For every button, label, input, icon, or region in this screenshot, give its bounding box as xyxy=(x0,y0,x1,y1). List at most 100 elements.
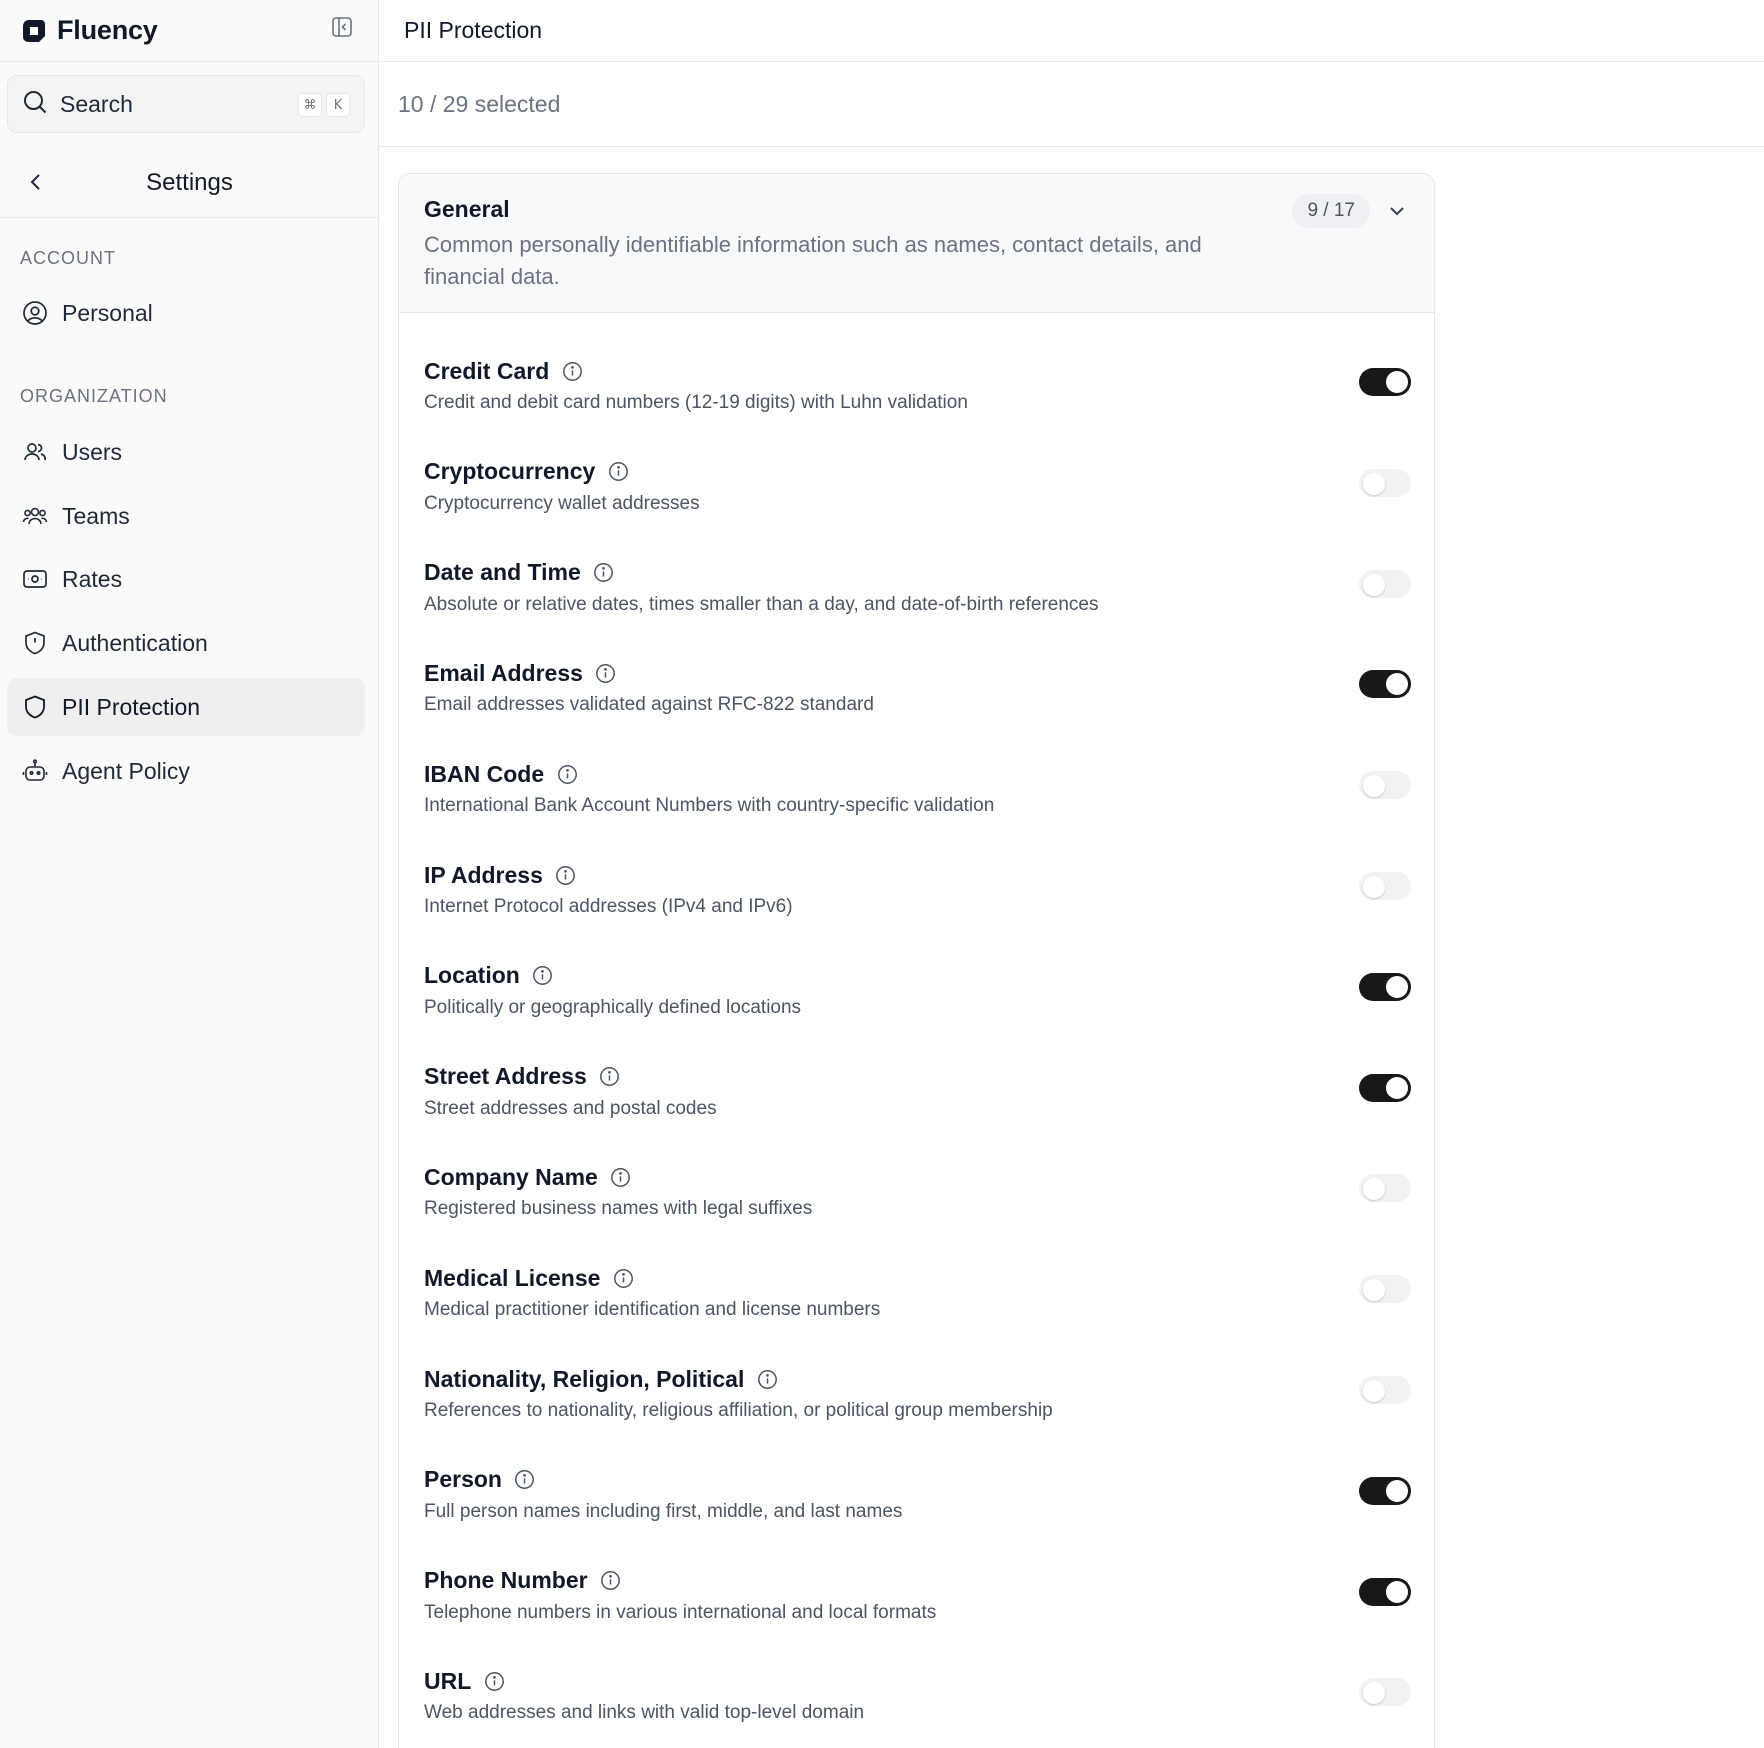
pii-item-title: Credit Card xyxy=(424,357,550,384)
section-label-account: ACCOUNT xyxy=(20,248,116,268)
section-label-organization: ORGANIZATION xyxy=(20,386,168,406)
toggle-knob xyxy=(1363,1279,1385,1302)
toggle-knob xyxy=(1363,876,1385,898)
pii-item-heading: Nationality, Religion, Political xyxy=(424,1364,778,1394)
pii-toggle-switch[interactable] xyxy=(1359,1376,1411,1404)
pii-toggle-switch[interactable] xyxy=(1359,1073,1411,1102)
back-chevron-icon[interactable] xyxy=(22,168,50,196)
pii-item-description: Politically or geographically defined lo… xyxy=(424,996,802,1018)
pii-toggle-switch[interactable] xyxy=(1359,368,1411,396)
info-icon[interactable] xyxy=(607,461,629,483)
pii-item-row: Phone Number Telephone numbers in various… xyxy=(424,1566,1411,1656)
pii-item-description: Telephone numbers in various internation… xyxy=(424,1601,937,1623)
pii-item-row: IP Address Internet Protocol addresses (I… xyxy=(424,860,1411,950)
pii-item-heading: Location xyxy=(424,961,554,991)
pii-item-heading: Person xyxy=(424,1465,536,1495)
pii-toggle-switch[interactable] xyxy=(1359,1174,1411,1203)
group-count-badge: 9 / 17 xyxy=(1292,194,1370,228)
toggle-knob xyxy=(1386,1479,1408,1502)
info-icon[interactable] xyxy=(483,1670,505,1692)
sidebar-item-label: PII Protection xyxy=(62,693,201,720)
pii-item-heading: Date and Time xyxy=(424,558,615,588)
sidebar-item-teams[interactable]: Teams xyxy=(7,487,365,545)
toggle-knob xyxy=(1386,371,1408,393)
info-icon[interactable] xyxy=(555,864,577,886)
info-icon[interactable] xyxy=(561,360,583,382)
pii-toggle-switch[interactable] xyxy=(1359,670,1411,699)
pii-toggle-switch[interactable] xyxy=(1359,771,1411,800)
rates-icon xyxy=(21,565,49,593)
pii-item-row: Date and Time Absolute or relative dates,… xyxy=(424,558,1411,648)
info-icon[interactable] xyxy=(600,1570,622,1592)
pii-item-description: Email addresses validated against RFC-82… xyxy=(424,694,874,716)
robot-icon xyxy=(21,757,49,785)
shortcut-key-k: K xyxy=(326,93,350,117)
sidebar-item-agent-policy[interactable]: Agent Policy xyxy=(7,742,365,800)
settings-header: Settings xyxy=(0,148,379,218)
sidebar-item-label: Rates xyxy=(62,565,123,592)
pii-item-title: IBAN Code xyxy=(424,760,545,787)
chevron-down-icon[interactable] xyxy=(1384,198,1410,224)
info-icon[interactable] xyxy=(514,1469,536,1491)
info-icon[interactable] xyxy=(756,1368,778,1390)
info-icon[interactable] xyxy=(595,662,617,684)
pii-toggle-switch[interactable] xyxy=(1359,1678,1411,1707)
info-icon[interactable] xyxy=(612,1267,634,1289)
pii-item-row: Street Address Street addresses and posta… xyxy=(424,1062,1411,1152)
toggle-knob xyxy=(1363,472,1385,495)
sidebar-item-pii-protection[interactable]: PII Protection xyxy=(7,678,365,736)
sidebar-item-users[interactable]: Users xyxy=(7,423,365,481)
info-icon[interactable] xyxy=(599,1066,621,1088)
info-icon[interactable] xyxy=(593,562,615,584)
pii-item-row: Cryptocurrency Cryptocurrency wallet addr… xyxy=(424,457,1411,547)
info-icon[interactable] xyxy=(556,763,578,785)
selection-count: 10 / 29 selected xyxy=(398,90,561,117)
sidebar-item-authentication[interactable]: Authentication xyxy=(7,614,365,672)
info-icon[interactable] xyxy=(532,965,554,987)
toggle-knob xyxy=(1386,975,1408,998)
toggle-knob xyxy=(1363,1682,1385,1705)
pii-item-description: Cryptocurrency wallet addresses xyxy=(424,492,700,514)
pii-item-heading: Credit Card xyxy=(424,356,583,386)
pii-toggle-switch[interactable] xyxy=(1359,1476,1411,1505)
sidebar-item-label: Teams xyxy=(62,502,130,529)
collapse-sidebar-icon[interactable] xyxy=(328,13,356,41)
shield-icon xyxy=(21,693,49,721)
pii-item-row: Medical License Medical practitioner iden… xyxy=(424,1263,1411,1353)
pii-toggle-switch[interactable] xyxy=(1359,468,1411,497)
sidebar-item-label: Agent Policy xyxy=(62,757,190,784)
pii-item-description: Absolute or relative dates, times smalle… xyxy=(424,593,1099,615)
pii-item-title: Medical License xyxy=(424,1264,601,1291)
pii-toggle-switch[interactable] xyxy=(1359,1275,1411,1304)
pii-item-title: Date and Time xyxy=(424,559,581,586)
pii-item-row: Location Politically or geographically de… xyxy=(424,961,1411,1051)
pii-item-title: Company Name xyxy=(424,1163,598,1190)
app-name: Fluency xyxy=(57,15,158,45)
pii-item-row: Nationality, Religion, Political Referenc… xyxy=(424,1364,1411,1454)
fluency-logo-icon[interactable] xyxy=(20,17,48,45)
sidebar-item-personal[interactable]: Personal xyxy=(7,284,365,342)
pii-item-heading: Medical License xyxy=(424,1263,634,1293)
pii-item-description: Medical practitioner identification and … xyxy=(424,1299,881,1321)
pii-toggle-switch[interactable] xyxy=(1359,972,1411,1001)
pii-item-heading: Cryptocurrency xyxy=(424,457,629,487)
search-input[interactable]: Search ⌘ K xyxy=(7,75,365,133)
pii-item-title: Nationality, Religion, Political xyxy=(424,1365,745,1392)
pii-item-heading: IP Address xyxy=(424,860,577,890)
pii-item-title: Location xyxy=(424,962,520,989)
group-header[interactable]: General Common personally identifiable i… xyxy=(399,174,1434,313)
toggle-knob xyxy=(1386,1580,1408,1603)
pii-item-heading: Company Name xyxy=(424,1162,632,1192)
toggle-knob xyxy=(1363,1178,1385,1201)
toggle-knob xyxy=(1363,573,1385,596)
pii-item-description: Full person names including first, middl… xyxy=(424,1500,903,1522)
pii-toggle-switch[interactable] xyxy=(1359,569,1411,598)
sidebar-item-label: Users xyxy=(62,438,123,465)
pii-item-row: Email Address Email addresses validated a… xyxy=(424,658,1411,748)
group-description: Common personally identifiable informati… xyxy=(424,232,1202,289)
pii-item-title: Street Address xyxy=(424,1063,587,1090)
info-icon[interactable] xyxy=(610,1166,632,1188)
sidebar-item-rates[interactable]: Rates xyxy=(7,550,365,608)
pii-toggle-switch[interactable] xyxy=(1359,1577,1411,1606)
pii-toggle-switch[interactable] xyxy=(1359,872,1411,900)
